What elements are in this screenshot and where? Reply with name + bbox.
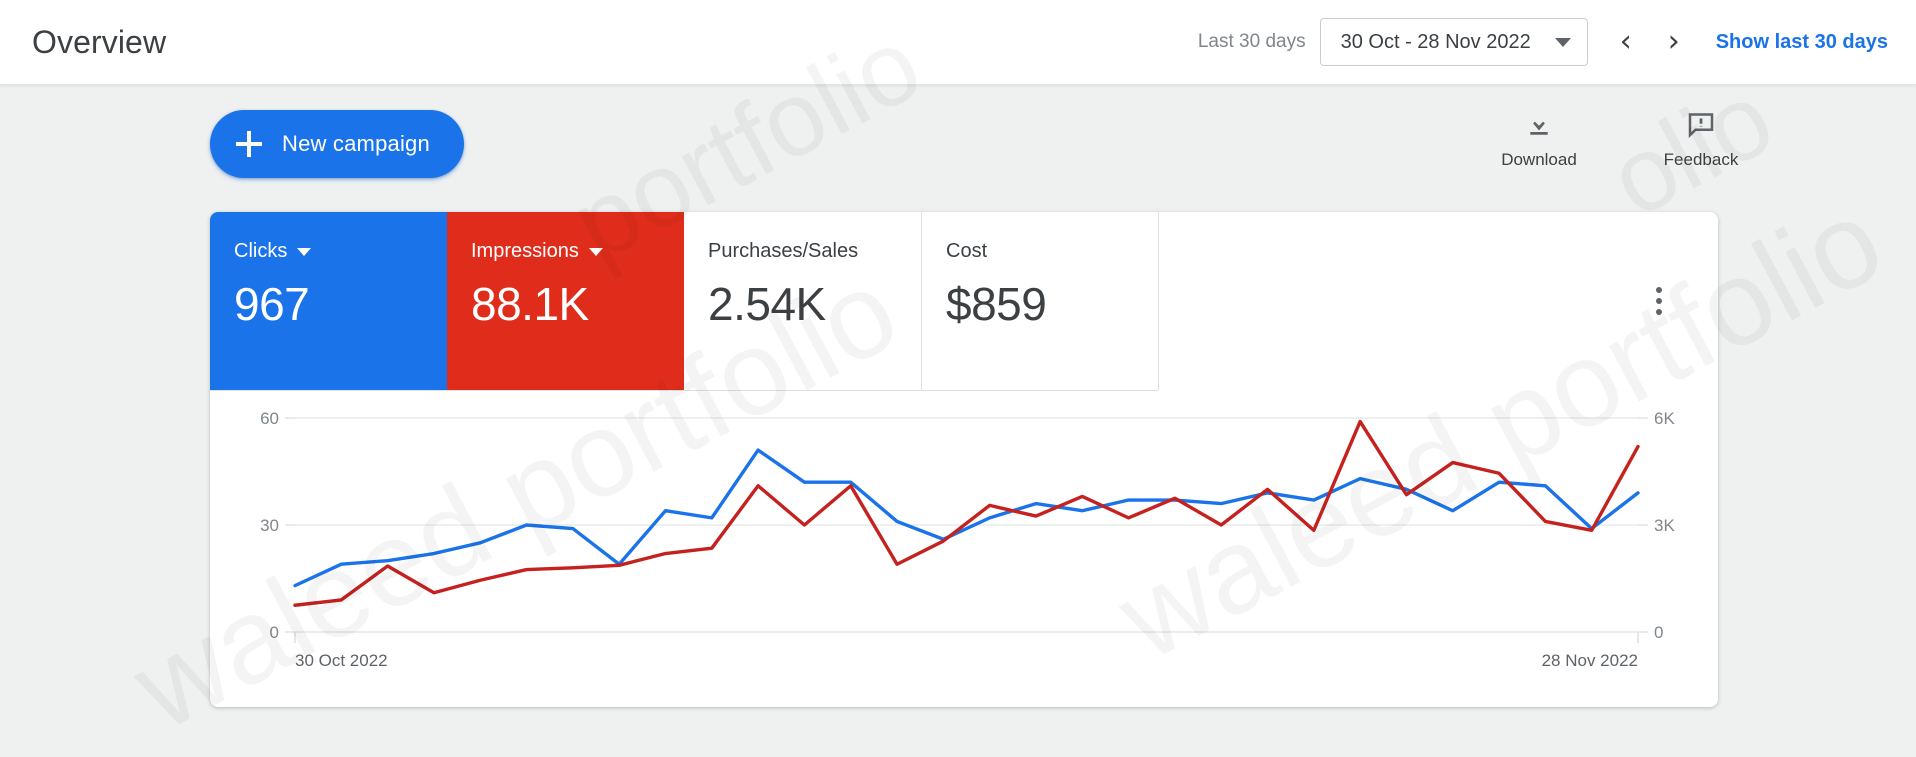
toolbar-actions: Download Feedback [1494, 110, 1746, 170]
date-range-value: 30 Oct - 28 Nov 2022 [1340, 30, 1531, 53]
metric-card-clicks[interactable]: Clicks 967 [210, 212, 447, 390]
left-axis-tick-label: 60 [260, 409, 279, 428]
metric-value: 88.1K [471, 278, 589, 330]
feedback-icon [1686, 110, 1716, 140]
show-last-30-days-link[interactable]: Show last 30 days [1716, 31, 1888, 54]
metric-card-cost[interactable]: Cost $859 [921, 212, 1158, 390]
date-range-preset-label: Last 30 days [1197, 31, 1306, 52]
chevron-down-icon[interactable] [588, 247, 603, 256]
metric-title-label: Purchases/Sales [708, 240, 859, 262]
kebab-dot-icon [1656, 287, 1662, 293]
chevron-down-icon [1554, 37, 1571, 47]
performance-chart[interactable]: 0 30 60 0 3K 6K 30 Oct 2022 28 Nov 2022 [210, 390, 1718, 707]
chevron-down-icon[interactable] [297, 247, 312, 256]
metric-cards: Clicks 967 Impressions 88.1K Purchases/S… [210, 212, 1158, 390]
metric-value: 2.54K [708, 278, 826, 330]
x-axis-date-label: 28 Nov 2022 [1542, 651, 1638, 670]
feedback-label: Feedback [1663, 150, 1739, 169]
new-campaign-label: New campaign [282, 131, 430, 156]
metric-title-label: Cost [946, 240, 988, 262]
plus-icon [236, 131, 262, 157]
feedback-button[interactable]: Feedback [1656, 110, 1746, 170]
chevron-left-icon: ‹ [1619, 24, 1632, 59]
download-label: Download [1501, 150, 1577, 169]
left-axis-tick-label: 0 [270, 623, 279, 642]
date-range-select[interactable]: 30 Oct - 28 Nov 2022 [1319, 18, 1588, 66]
metric-title-label: Impressions [471, 240, 579, 262]
metric-title: Clicks [234, 240, 447, 263]
left-axis-tick-label: 30 [260, 516, 279, 535]
chart-canvas: 0 30 60 0 3K 6K 30 Oct 2022 28 Nov 2022 [260, 409, 1675, 670]
metric-title-label: Clicks [234, 240, 288, 262]
previous-period-button[interactable]: ‹ [1602, 18, 1650, 66]
right-axis-tick-label: 0 [1654, 623, 1663, 642]
kebab-dot-icon [1656, 298, 1662, 304]
top-bar: Overview Last 30 days 30 Oct - 28 Nov 20… [0, 0, 1916, 85]
x-axis-date-label: 30 Oct 2022 [295, 651, 388, 670]
right-axis-tick-label: 3K [1654, 516, 1675, 535]
date-range-controls: Last 30 days 30 Oct - 28 Nov 2022 ‹ › Sh… [1198, 18, 1888, 66]
kebab-dot-icon [1656, 309, 1662, 315]
page-title: Overview [32, 23, 167, 60]
right-axis-tick-label: 6K [1654, 409, 1675, 428]
metric-value: $859 [946, 278, 1047, 330]
metric-card-impressions[interactable]: Impressions 88.1K [447, 212, 684, 390]
metrics-right-edge [1158, 212, 1159, 390]
metric-title: Cost [946, 240, 1158, 263]
metric-card-purchases-sales[interactable]: Purchases/Sales 2.54K [684, 212, 921, 390]
chart-line-clicks [293, 448, 1640, 588]
download-icon [1524, 110, 1554, 140]
metric-value: 967 [234, 278, 310, 330]
more-options-button[interactable] [1644, 286, 1674, 316]
chevron-right-icon: › [1667, 24, 1680, 59]
metric-title: Purchases/Sales [708, 240, 921, 263]
metric-title: Impressions [471, 240, 684, 263]
download-button[interactable]: Download [1494, 110, 1584, 170]
chart-line-impressions [293, 419, 1640, 607]
new-campaign-button[interactable]: New campaign [210, 110, 464, 178]
overview-card: Clicks 967 Impressions 88.1K Purchases/S… [210, 212, 1718, 707]
next-period-button[interactable]: › [1650, 18, 1698, 66]
